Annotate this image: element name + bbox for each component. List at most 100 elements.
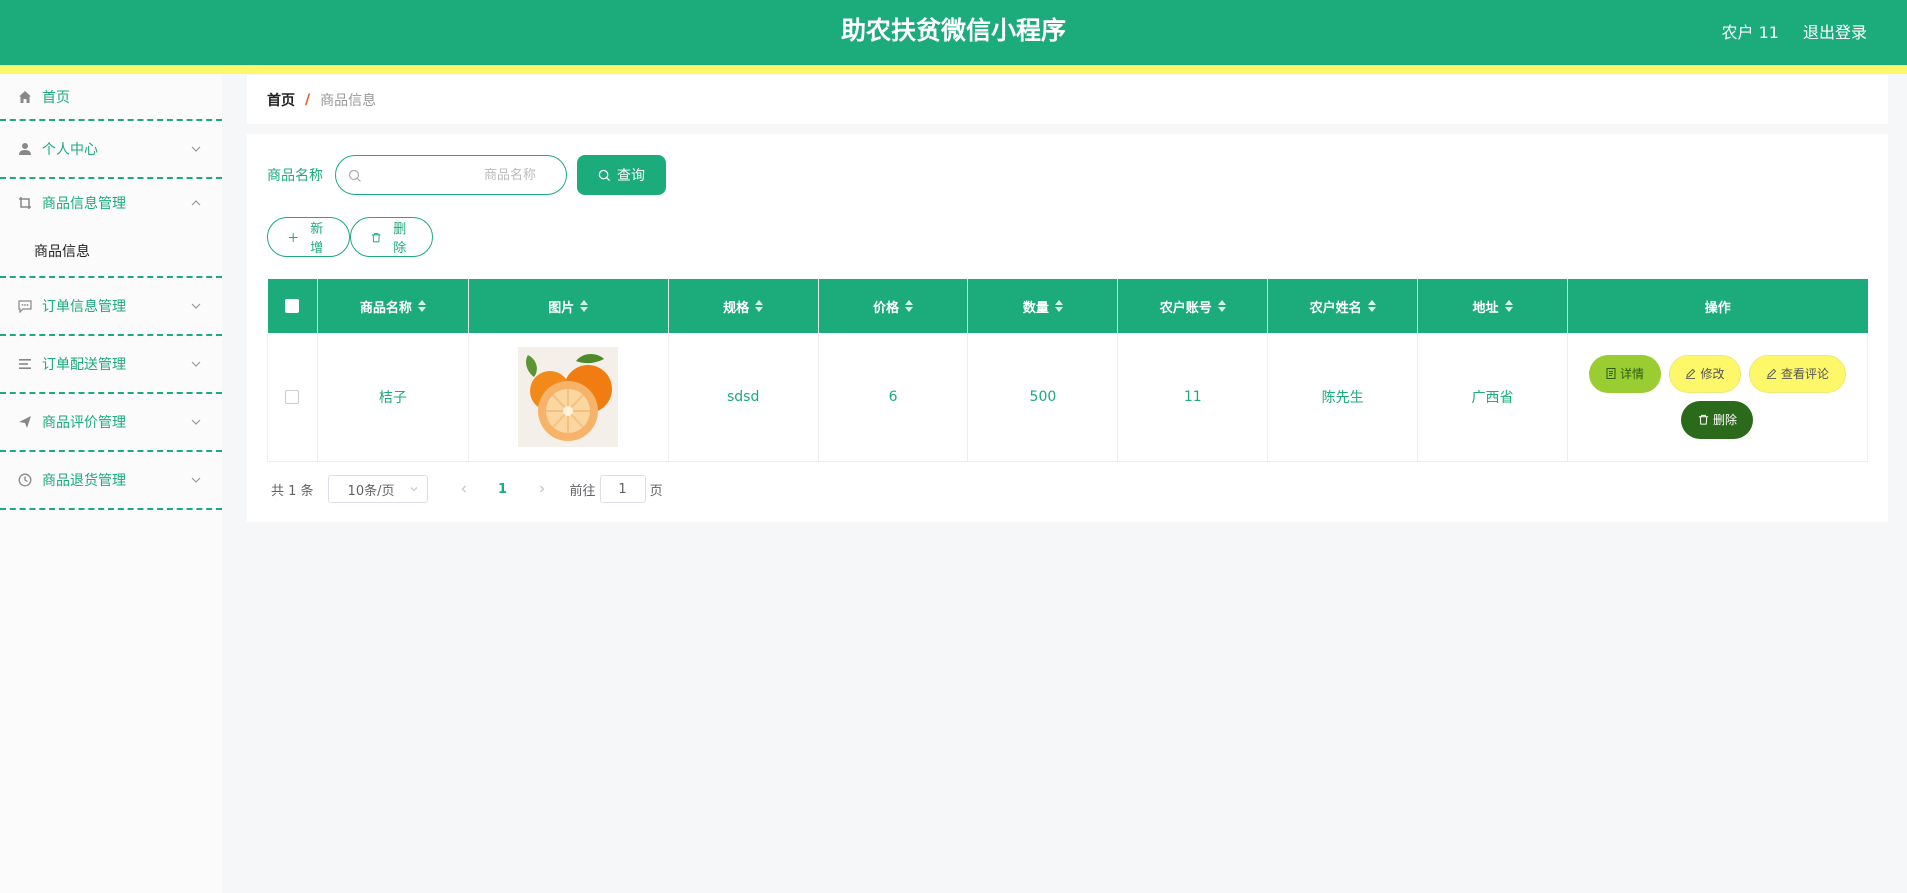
sort-icon[interactable]	[1504, 300, 1513, 312]
sidebar-subitem-label: 商品信息	[34, 244, 90, 260]
clock-icon	[18, 473, 32, 487]
edit-button-label: 修改	[1700, 367, 1725, 382]
chevron-down-icon	[191, 303, 201, 309]
chevron-down-icon	[191, 361, 201, 367]
select-all-checkbox[interactable]	[285, 299, 300, 313]
row-delete-button-label: 删除	[1712, 413, 1737, 428]
add-button-label: 新增	[310, 222, 324, 256]
sidebar-subitem-product-info[interactable]: 商品信息	[0, 226, 222, 276]
column-header-farmer-account[interactable]: 农户账号	[1117, 279, 1269, 333]
column-header-address[interactable]: 地址	[1417, 279, 1568, 333]
column-header-quantity[interactable]: 数量	[967, 279, 1119, 333]
sort-icon[interactable]	[1217, 300, 1226, 312]
sidebar-group-product-info: 商品信息管理 商品信息	[0, 179, 222, 278]
sidebar-item-home[interactable]: 首页	[0, 74, 222, 121]
sort-icon[interactable]	[755, 300, 764, 312]
sidebar-item-label: 个人中心	[42, 142, 98, 158]
table-row: 桔子 sdsd 6 500 11 陈先生 广西省 详情 修改 查看评论 删除	[267, 333, 1869, 462]
product-image[interactable]	[518, 346, 619, 447]
sidebar-item-label: 商品评价管理	[42, 415, 126, 431]
goto-page-input[interactable]	[599, 475, 646, 503]
view-reviews-button-label: 查看评论	[1780, 367, 1829, 382]
cell-product-name: 桔子	[317, 333, 469, 462]
cell-image	[468, 333, 669, 462]
sort-icon[interactable]	[1367, 300, 1376, 312]
sort-icon[interactable]	[580, 300, 589, 312]
sidebar-item-product-info-management[interactable]: 商品信息管理	[0, 179, 222, 226]
search-row: 商品名称 查询	[267, 155, 666, 195]
column-header-image[interactable]: 图片	[468, 279, 669, 333]
sidebar-item-label: 商品退货管理	[42, 473, 126, 489]
page-size-value: 10条/页	[347, 483, 395, 499]
pagination-total: 共 1 条	[271, 483, 314, 499]
sort-icon[interactable]	[417, 300, 426, 312]
detail-button[interactable]: 详情	[1588, 354, 1661, 393]
chevron-down-icon	[191, 146, 201, 152]
chevron-down-icon	[191, 419, 201, 425]
detail-button-label: 详情	[1619, 367, 1644, 382]
goto-suffix: 页	[649, 483, 663, 499]
cell-quantity: 500	[967, 333, 1119, 462]
view-reviews-button[interactable]: 查看评论	[1748, 354, 1846, 393]
chevron-down-icon	[410, 487, 417, 492]
chat-icon	[18, 299, 32, 313]
batch-delete-button-label: 删除	[393, 222, 407, 256]
edit-icon	[1686, 368, 1696, 380]
search-icon	[348, 169, 361, 182]
column-header-spec[interactable]: 规格	[668, 279, 819, 333]
column-header-farmer-name[interactable]: 农户姓名	[1267, 279, 1419, 333]
row-actions: 详情 修改 查看评论 删除	[1582, 354, 1852, 439]
header-accent-strip	[0, 65, 1907, 74]
trash-icon	[1698, 415, 1709, 425]
query-button-label: 查询	[617, 168, 645, 184]
sidebar-item-label: 订单信息管理	[42, 299, 126, 315]
select-all-header[interactable]	[267, 279, 318, 333]
column-header-operations: 操作	[1567, 279, 1868, 333]
prev-page-button[interactable]	[450, 475, 478, 503]
sidebar-item-personal-center[interactable]: 个人中心	[0, 121, 222, 179]
sort-icon[interactable]	[905, 300, 914, 312]
product-name-search-input[interactable]	[336, 156, 566, 194]
cell-operations: 详情 修改 查看评论 删除	[1567, 333, 1869, 462]
search-label: 商品名称	[267, 168, 323, 184]
home-icon	[18, 90, 32, 104]
add-button[interactable]: 新增	[267, 217, 350, 257]
search-box	[335, 155, 567, 195]
chevron-down-icon	[191, 477, 201, 483]
row-select-cell	[267, 333, 318, 462]
sidebar-item-product-review-management[interactable]: 商品评价管理	[0, 394, 222, 452]
sort-icon[interactable]	[1054, 300, 1063, 312]
page-size-select[interactable]: 10条/页	[327, 475, 428, 503]
page-number-current[interactable]: 1	[478, 475, 528, 503]
cell-farmer-account: 11	[1117, 333, 1269, 462]
edit-icon	[1766, 368, 1777, 380]
current-user: 农户 11	[1721, 23, 1779, 42]
list-icon	[18, 357, 32, 371]
column-header-product-name[interactable]: 商品名称	[317, 279, 469, 333]
batch-delete-button[interactable]: 删除	[350, 217, 433, 257]
breadcrumb-current: 商品信息	[320, 92, 377, 109]
logout-link[interactable]: 退出登录	[1803, 19, 1867, 43]
breadcrumb-home[interactable]: 首页	[267, 90, 295, 110]
document-icon	[1606, 368, 1616, 380]
sidebar-item-label: 订单配送管理	[42, 357, 126, 373]
row-checkbox[interactable]	[285, 389, 300, 404]
send-icon	[18, 415, 32, 429]
sidebar-item-order-delivery-management[interactable]: 订单配送管理	[0, 336, 222, 394]
query-button[interactable]: 查询	[577, 155, 666, 195]
cell-price: 6	[818, 333, 969, 462]
product-table: 商品名称 图片 规格 价格 数量 农户账号 农户姓名 地址 操作 桔子 sdsd…	[267, 279, 1869, 462]
cell-spec: sdsd	[668, 333, 819, 462]
chevron-right-icon	[539, 485, 544, 493]
row-delete-button[interactable]: 删除	[1681, 400, 1754, 439]
next-page-button[interactable]	[528, 475, 556, 503]
edit-button[interactable]: 修改	[1668, 354, 1741, 393]
search-icon	[598, 169, 611, 181]
trash-icon	[371, 232, 381, 242]
cell-farmer-name: 陈先生	[1267, 333, 1419, 462]
sidebar-item-label: 商品信息管理	[42, 195, 126, 212]
sidebar-item-order-info-management[interactable]: 订单信息管理	[0, 278, 222, 336]
column-header-price[interactable]: 价格	[818, 279, 969, 333]
sidebar-item-product-return-management[interactable]: 商品退货管理	[0, 452, 222, 510]
crop-icon	[18, 196, 32, 210]
